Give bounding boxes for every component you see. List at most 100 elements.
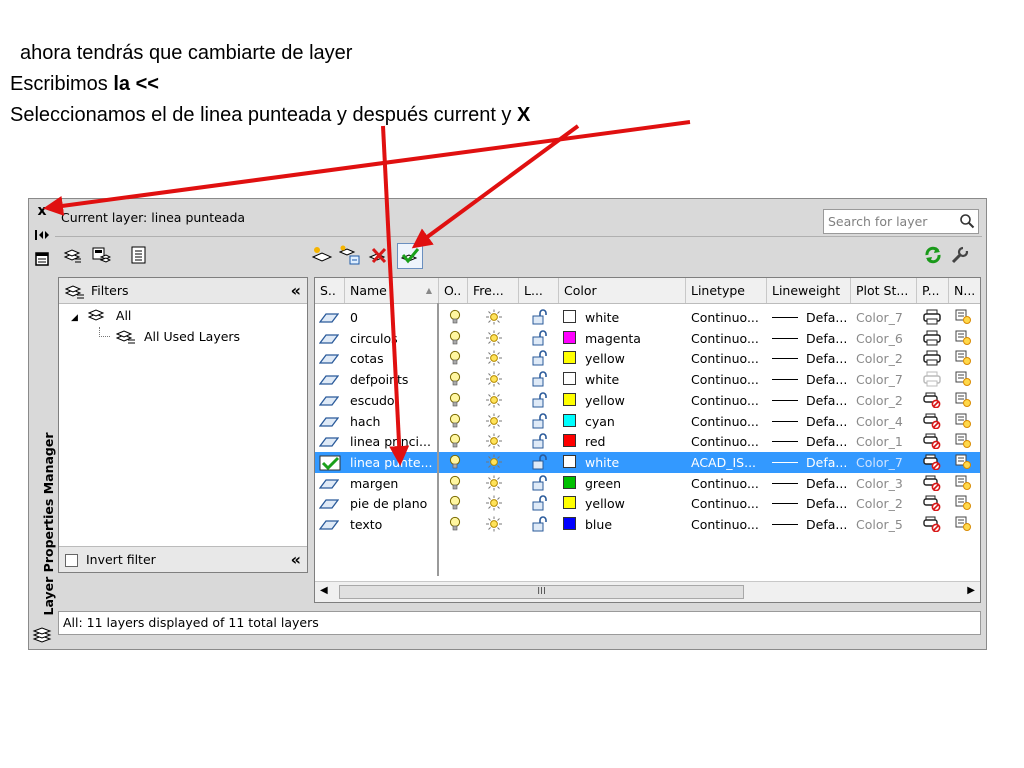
layer-name[interactable]: pie de plano: [350, 493, 436, 514]
table-row[interactable]: hach cyan Continuo... Defa... Color_4: [315, 411, 980, 432]
properties-menu-icon[interactable]: [33, 250, 51, 268]
column-splitter[interactable]: [437, 303, 439, 576]
on-bulb-icon[interactable]: [449, 514, 463, 535]
layer-name[interactable]: margen: [350, 473, 436, 494]
column-status[interactable]: S..: [315, 278, 345, 303]
table-row[interactable]: 0 white Continuo... Defa... Color_7: [315, 307, 980, 328]
layer-status-icon[interactable]: [319, 369, 343, 390]
new-group-filter-icon[interactable]: [89, 243, 113, 267]
table-row[interactable]: texto blue Continuo... Defa... Color_5: [315, 514, 980, 535]
tree-item-all-used-layers[interactable]: All Used Layers: [99, 327, 240, 345]
thaw-sun-icon[interactable]: [485, 390, 505, 411]
column-lock[interactable]: L...: [519, 278, 559, 303]
layer-linetype[interactable]: Continuo...: [691, 493, 765, 514]
collapse-filters-icon[interactable]: «: [291, 278, 301, 303]
column-new-vp-freeze[interactable]: N...: [949, 278, 980, 303]
scroll-left-icon[interactable]: ◀: [320, 585, 328, 596]
search-icon[interactable]: [959, 213, 975, 229]
on-bulb-icon[interactable]: [449, 348, 463, 369]
new-vp-freeze-icon[interactable]: [955, 328, 977, 349]
new-vp-freeze-icon[interactable]: [955, 369, 977, 390]
on-bulb-icon[interactable]: [449, 452, 463, 473]
expand-triangle-icon[interactable]: ◢: [71, 313, 78, 323]
layer-color[interactable]: green: [563, 473, 681, 494]
scroll-right-icon[interactable]: ▶: [967, 585, 975, 596]
layer-status-icon[interactable]: [319, 411, 343, 432]
unlocked-icon[interactable]: [531, 307, 551, 328]
auto-hide-icon[interactable]: [33, 226, 51, 244]
no-plot-printer-icon[interactable]: [923, 390, 945, 411]
refresh-icon[interactable]: [921, 243, 945, 267]
new-vp-freeze-icon[interactable]: [955, 473, 977, 494]
layer-linetype[interactable]: Continuo...: [691, 431, 765, 452]
new-vp-freeze-icon[interactable]: [955, 431, 977, 452]
new-vp-freeze-icon[interactable]: [955, 452, 977, 473]
layer-color[interactable]: yellow: [563, 348, 681, 369]
column-freeze[interactable]: Fre...: [468, 278, 519, 303]
new-vp-freeze-icon[interactable]: [955, 390, 977, 411]
set-current-icon[interactable]: [397, 243, 423, 269]
layer-color[interactable]: blue: [563, 514, 681, 535]
new-layer-icon[interactable]: [310, 243, 334, 267]
layer-status-icon[interactable]: [319, 348, 343, 369]
layer-lineweight[interactable]: Defa...: [772, 514, 850, 535]
table-row[interactable]: escudo yellow Continuo... Defa... Color_2: [315, 390, 980, 411]
no-plot-printer-icon[interactable]: [923, 431, 945, 452]
layer-status-icon[interactable]: [319, 307, 343, 328]
current-layer-check-icon[interactable]: [319, 452, 343, 473]
layer-linetype[interactable]: Continuo...: [691, 390, 765, 411]
layer-name[interactable]: linea punte...: [350, 452, 436, 473]
column-name[interactable]: Name ▲: [345, 278, 439, 303]
layer-lineweight[interactable]: Defa...: [772, 493, 850, 514]
new-vp-freeze-icon[interactable]: [955, 493, 977, 514]
layer-status-icon[interactable]: [319, 431, 343, 452]
thaw-sun-icon[interactable]: [485, 411, 505, 432]
table-row[interactable]: circulos magenta Continuo... Defa... Color_6: [315, 328, 980, 349]
settings-wrench-icon[interactable]: [948, 243, 972, 267]
thaw-sun-icon[interactable]: [485, 307, 505, 328]
no-plot-printer-icon[interactable]: [923, 411, 945, 432]
horizontal-scrollbar[interactable]: ◀ III ▶: [315, 581, 980, 602]
unlocked-icon[interactable]: [531, 514, 551, 535]
unlocked-icon[interactable]: [531, 493, 551, 514]
plot-printer-icon[interactable]: [923, 348, 945, 369]
table-row[interactable]: linea punte... white ACAD_IS... Defa... Colo…: [315, 451, 980, 473]
layer-linetype[interactable]: ACAD_IS...: [691, 452, 765, 473]
table-row[interactable]: margen green Continuo... Defa... Color_3: [315, 473, 980, 494]
layer-color[interactable]: magenta: [563, 328, 681, 349]
no-plot-printer-icon[interactable]: [923, 473, 945, 494]
thaw-sun-icon[interactable]: [485, 369, 505, 390]
layer-linetype[interactable]: Continuo...: [691, 307, 765, 328]
thaw-sun-icon[interactable]: [485, 452, 505, 473]
unlocked-icon[interactable]: [531, 411, 551, 432]
unlocked-icon[interactable]: [531, 369, 551, 390]
layer-linetype[interactable]: Continuo...: [691, 348, 765, 369]
column-plot-style[interactable]: Plot St...: [851, 278, 917, 303]
invert-filter-checkbox[interactable]: [65, 554, 78, 567]
thaw-sun-icon[interactable]: [485, 514, 505, 535]
layer-lineweight[interactable]: Defa...: [772, 411, 850, 432]
layer-color[interactable]: yellow: [563, 493, 681, 514]
layer-states-manager-icon[interactable]: [127, 243, 151, 267]
tree-item-all[interactable]: ◢ All: [71, 307, 131, 325]
layer-linetype[interactable]: Continuo...: [691, 328, 765, 349]
layer-name[interactable]: escudo: [350, 390, 436, 411]
close-icon[interactable]: x: [33, 202, 51, 220]
layer-name[interactable]: cotas: [350, 348, 436, 369]
layer-lineweight[interactable]: Defa...: [772, 348, 850, 369]
on-bulb-icon[interactable]: [449, 493, 463, 514]
thaw-sun-icon[interactable]: [485, 431, 505, 452]
layer-status-icon[interactable]: [319, 473, 343, 494]
unlocked-icon[interactable]: [531, 431, 551, 452]
layer-lineweight[interactable]: Defa...: [772, 390, 850, 411]
table-row[interactable]: cotas yellow Continuo... Defa... Color_2: [315, 348, 980, 369]
scroll-thumb[interactable]: III: [339, 585, 744, 599]
on-bulb-icon[interactable]: [449, 473, 463, 494]
layer-lineweight[interactable]: Defa...: [772, 369, 850, 390]
layer-name[interactable]: defpoints: [350, 369, 436, 390]
unlocked-icon[interactable]: [531, 390, 551, 411]
layer-name[interactable]: texto: [350, 514, 436, 535]
no-plot-printer-icon[interactable]: [923, 452, 945, 473]
on-bulb-icon[interactable]: [449, 411, 463, 432]
table-row[interactable]: defpoints white Continuo... Defa... Color_7: [315, 369, 980, 390]
